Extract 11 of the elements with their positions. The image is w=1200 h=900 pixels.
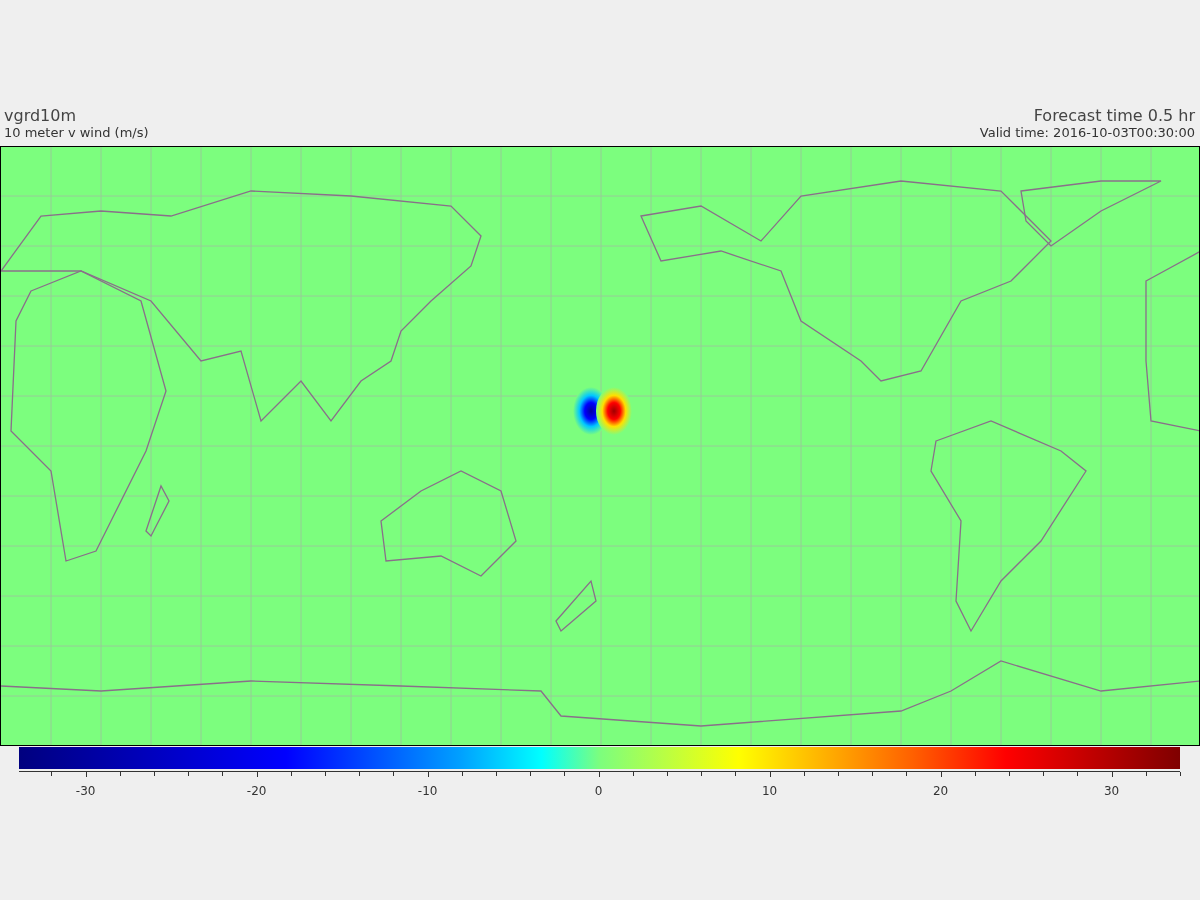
tick-label: -10 <box>417 784 438 798</box>
forecast-time: Forecast time 0.5 hr <box>1033 106 1195 125</box>
tick-label: 30 <box>1103 784 1120 798</box>
tick-label: -30 <box>75 784 96 798</box>
variable-name: vgrd10m <box>4 106 78 125</box>
tick-label: 20 <box>932 784 949 798</box>
valid-time: Valid time: 2016-10-03T00:30:00 <box>979 125 1195 140</box>
tick-label: -20 <box>246 784 267 798</box>
tick-label: 0 <box>594 784 603 798</box>
variable-description: 10 meter v wind (m/s) <box>4 125 149 140</box>
tick-label: 10 <box>762 784 778 798</box>
